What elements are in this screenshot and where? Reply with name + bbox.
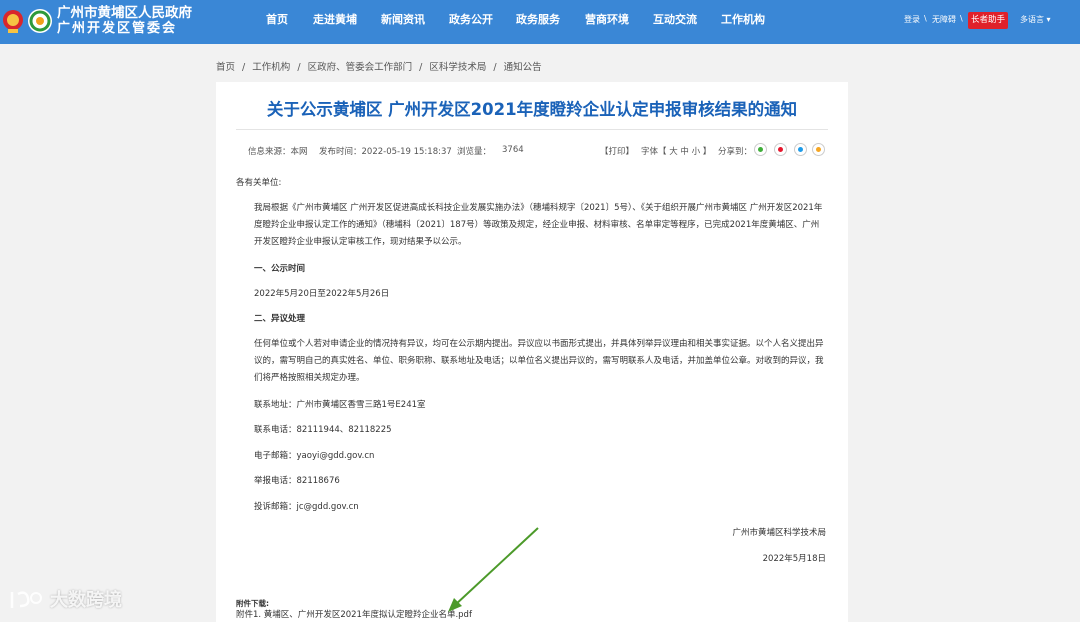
separator: \ xyxy=(960,14,963,23)
nav-news[interactable]: 新闻资讯 xyxy=(381,0,425,40)
signature: 广州市黄埔区科学技术局 xyxy=(732,528,826,538)
paragraph-objection: 任何单位或个人若对申请企业的情况持有异议，均可在公示期内提出。异议应以书面形式提… xyxy=(254,339,824,383)
heading-period: 一、公示时间 xyxy=(254,264,306,274)
breadcrumb-gov-departments[interactable]: 区政府、管委会工作部门 xyxy=(308,62,413,73)
views-count: 3764 xyxy=(502,145,524,155)
breadcrumb-separator: / xyxy=(419,62,423,73)
national-emblem-icon xyxy=(3,10,23,33)
signature-date: 2022年5月18日 xyxy=(762,554,826,564)
font-size-control[interactable]: 字体【 大 中 小 】 xyxy=(641,145,711,157)
publish-time: 发布时间：2022-05-19 15:18:37 xyxy=(319,147,452,157)
title-divider xyxy=(236,129,828,130)
breadcrumb-departments[interactable]: 工作机构 xyxy=(252,62,290,73)
language-dropdown[interactable]: 多语言 ▾ xyxy=(1020,14,1051,25)
views-label: 浏览量： xyxy=(457,147,492,157)
nav-departments[interactable]: 工作机构 xyxy=(721,0,765,40)
attachment-link[interactable]: 附件1. 黄埔区、广州开发区2021年度拟认定瞪羚企业名单.pdf xyxy=(236,609,472,621)
site-title-line2: 广州开发区管委会 xyxy=(57,21,178,36)
article-panel: 关于公示黄埔区 广州开发区2021年度瞪羚企业认定申报审核结果的通知 信息来源：… xyxy=(216,82,848,622)
contact-email: 电子邮箱：yaoyi@gdd.gov.cn xyxy=(254,451,375,461)
complaint-email: 投诉邮箱：jc@gdd.gov.cn xyxy=(254,502,359,512)
district-logo-icon xyxy=(28,9,52,33)
nav-government-affairs[interactable]: 政务公开 xyxy=(449,0,493,40)
qq-share-icon[interactable] xyxy=(794,143,807,156)
article-title: 关于公示黄埔区 广州开发区2021年度瞪羚企业认定申报审核结果的通知 xyxy=(266,100,798,119)
contact-address: 联系地址：广州市黄埔区香雪三路1号E241室 xyxy=(254,400,426,410)
nav-government-services[interactable]: 政务服务 xyxy=(516,0,560,40)
nav-about-huangpu[interactable]: 走进黄埔 xyxy=(313,0,357,40)
nav-interaction[interactable]: 互动交流 xyxy=(653,0,697,40)
accessibility-link[interactable]: 无障碍 xyxy=(932,14,956,25)
favorite-share-icon[interactable] xyxy=(812,143,825,156)
breadcrumb-science-bureau[interactable]: 区科学技术局 xyxy=(429,62,486,73)
heading-objection: 二、异议处理 xyxy=(254,314,306,324)
nav-home[interactable]: 首页 xyxy=(266,0,288,40)
watermark-text: 大数跨境 xyxy=(50,590,122,611)
breadcrumb-separator: / xyxy=(297,62,301,73)
info-source: 信息来源：本网 xyxy=(248,147,308,157)
elder-assistant-button[interactable]: 长者助手 xyxy=(968,12,1008,29)
paragraph-intro: 我局根据《广州市黄埔区 广州开发区促进高成长科技企业发展实施办法》（穗埔科规字〔… xyxy=(254,203,823,247)
breadcrumb-separator: / xyxy=(493,62,497,73)
breadcrumb-home[interactable]: 首页 xyxy=(216,62,235,73)
top-header: 广州市黄埔区人民政府 广州开发区管委会 首页 走进黄埔 新闻资讯 政务公开 政务… xyxy=(0,0,1080,44)
site-title[interactable]: 广州市黄埔区人民政府 广州开发区管委会 xyxy=(57,5,192,37)
report-phone: 举报电话：82118676 xyxy=(254,476,340,486)
nav-business-environment[interactable]: 营商环境 xyxy=(585,0,629,40)
watermark-logo-icon xyxy=(10,591,42,608)
greeting: 各有关单位: xyxy=(236,178,282,188)
breadcrumb-notices[interactable]: 通知公告 xyxy=(504,62,542,73)
separator: \ xyxy=(924,14,927,23)
weibo-share-icon[interactable] xyxy=(774,143,787,156)
login-link[interactable]: 登录 xyxy=(904,14,920,25)
contact-phone: 联系电话：82111944、82118225 xyxy=(254,425,392,435)
share-label: 分享到： xyxy=(718,147,753,157)
breadcrumb-separator: / xyxy=(242,62,246,73)
breadcrumb: 首页 / 工作机构 / 区政府、管委会工作部门 / 区科学技术局 / 通知公告 xyxy=(216,59,542,73)
print-button[interactable]: 【打印】 xyxy=(600,145,634,157)
period-text: 2022年5月20日至2022年5月26日 xyxy=(254,289,390,299)
site-title-line1: 广州市黄埔区人民政府 xyxy=(57,5,192,21)
wechat-share-icon[interactable] xyxy=(754,143,767,156)
